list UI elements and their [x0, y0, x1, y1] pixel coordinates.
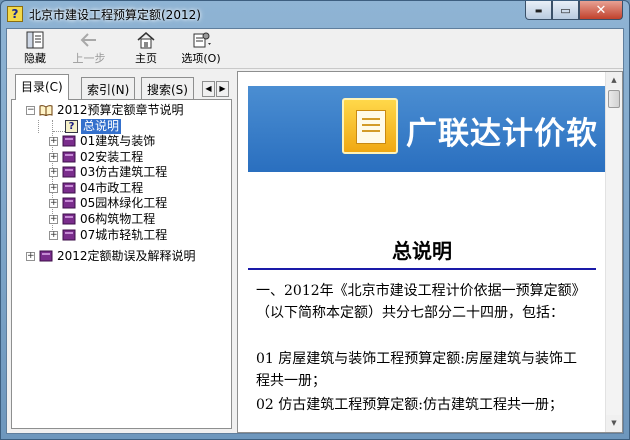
logo-line	[362, 124, 380, 126]
home-label: 主页	[135, 52, 157, 65]
tab-scroll-left-button[interactable]: ◀	[202, 81, 215, 97]
tree-chapter-label: 05园林绿化工程	[80, 196, 168, 211]
vertical-scrollbar[interactable]: ▲ ▼	[605, 72, 622, 432]
tab-search[interactable]: 搜索(S)	[141, 77, 194, 99]
home-icon	[137, 32, 155, 49]
title-bar[interactable]: ? 北京市建设工程预算定额(2012) ▬ ▭ ✕	[1, 1, 629, 27]
chevron-right-icon: ▶	[219, 84, 226, 93]
scroll-up-button[interactable]: ▲	[606, 72, 622, 89]
toolbar: 隐藏 上一步 主页 选项(O)	[7, 29, 623, 69]
tree-chapter-label: 04市政工程	[80, 180, 144, 195]
open-book-icon	[39, 105, 53, 116]
tree-chapter-label: 06构筑物工程	[80, 212, 156, 226]
client-area: 隐藏 上一步 主页 选项(O) 目录(C) 索引(N) 搜索(S) ◀ ▶ − …	[6, 28, 624, 434]
logo-line	[362, 130, 380, 132]
closed-book-icon	[62, 197, 76, 209]
expand-icon[interactable]: +	[49, 183, 58, 193]
logo-paper	[356, 110, 386, 144]
expand-icon[interactable]: +	[49, 168, 58, 178]
help-app-icon: ?	[7, 6, 23, 22]
chevron-left-icon: ◀	[205, 84, 212, 93]
closed-book-icon	[39, 250, 53, 262]
close-icon: ✕	[595, 2, 607, 18]
back-label: 上一步	[72, 52, 106, 65]
tab-contents-label: 目录(C)	[21, 80, 63, 94]
closed-book-icon	[62, 229, 76, 241]
scroll-thumb[interactable]	[608, 90, 620, 108]
tab-scroll-right-button[interactable]: ▶	[216, 81, 229, 97]
expand-icon[interactable]: +	[49, 199, 58, 209]
notepad-logo-icon	[342, 98, 398, 154]
paragraph-1: 一、2012年《北京市建设工程计价依据一预算定额》（以下简称本定额）共分七部分二…	[256, 283, 586, 321]
home-button[interactable]: 主页	[124, 31, 168, 67]
closed-book-icon	[62, 213, 76, 225]
tab-index-label: 索引(N)	[87, 83, 130, 97]
expand-icon[interactable]: +	[49, 137, 58, 146]
minimize-button[interactable]: ▬	[525, 1, 552, 20]
expand-icon[interactable]: +	[49, 215, 58, 224]
tree-connector	[38, 120, 39, 133]
expand-icon[interactable]: +	[49, 152, 58, 162]
paragraph-3: 02 仿古建筑工程预算定额:仿古建筑工程共一册；	[256, 397, 563, 413]
tree-chapter-label: 01建筑与装饰	[80, 134, 156, 148]
nav-tabs: 目录(C) 索引(N) 搜索(S) ◀ ▶	[11, 73, 232, 100]
closed-book-icon	[62, 151, 76, 163]
arrow-down-icon: ▼	[611, 419, 617, 427]
logo-line	[362, 118, 380, 120]
maximize-button[interactable]: ▭	[552, 1, 579, 20]
closed-book-icon	[62, 166, 76, 178]
caption-buttons: ▬ ▭ ✕	[525, 1, 623, 21]
options-button[interactable]: 选项(O)	[179, 31, 223, 67]
window-title: 北京市建设工程预算定额(2012)	[29, 8, 201, 22]
closed-book-icon	[62, 182, 76, 194]
arrow-up-icon: ▲	[611, 76, 617, 84]
back-button[interactable]: 上一步	[67, 31, 111, 67]
tree-chapter-label: 03仿古建筑工程	[80, 165, 168, 180]
brand-text: 广联达计价软	[406, 116, 598, 152]
brand-banner: 广联达计价软	[248, 86, 608, 172]
tab-index[interactable]: 索引(N)	[81, 77, 136, 99]
tab-contents[interactable]: 目录(C)	[15, 74, 69, 100]
maximize-icon: ▭	[560, 3, 571, 17]
tab-search-label: 搜索(S)	[147, 83, 188, 97]
options-label: 选项(O)	[181, 52, 221, 65]
expand-icon[interactable]: +	[49, 230, 58, 240]
tree-topic-label: 总说明	[81, 119, 122, 134]
hide-label: 隐藏	[24, 52, 46, 65]
expand-icon[interactable]: +	[26, 252, 35, 261]
options-icon	[193, 32, 211, 48]
document-title: 总说明	[392, 239, 452, 263]
title-rule	[248, 268, 596, 270]
close-button[interactable]: ✕	[579, 1, 623, 20]
paragraph-2: 01 房屋建筑与装饰工程预算定额:房屋建筑与装饰工程共一册；	[256, 351, 577, 389]
hide-button[interactable]: 隐藏	[13, 31, 57, 67]
closed-book-icon	[62, 135, 76, 147]
back-arrow-icon	[80, 33, 96, 47]
navigation-pane: 目录(C) 索引(N) 搜索(S) ◀ ▶ − 2012预算定额章节说明 ? 总…	[11, 73, 232, 431]
tree-errata-label: 2012定额勘误及解释说明	[57, 249, 196, 263]
scroll-down-button[interactable]: ▼	[606, 415, 622, 432]
content-pane: 广联达计价软 总说明 一、2012年《北京市建设工程计价依据一预算定额》（以下简…	[237, 71, 623, 433]
tree-chapter-label: 07城市轻轨工程	[80, 227, 168, 242]
tree-root-label: 2012预算定额章节说明	[57, 103, 184, 117]
collapse-icon[interactable]: −	[26, 106, 35, 115]
minimize-icon: ▬	[534, 5, 543, 15]
help-topic-icon: ?	[65, 120, 78, 133]
hide-panel-icon	[26, 31, 44, 49]
contents-tree: − 2012预算定额章节说明 ? 总说明 +01建筑与装饰 +02安装工程 +03仿…	[11, 99, 232, 429]
app-window: ? 北京市建设工程预算定额(2012) ▬ ▭ ✕ 隐藏 上一步 主页 选项(O…	[0, 0, 630, 440]
tree-chapter-label: 02安装工程	[80, 149, 144, 164]
